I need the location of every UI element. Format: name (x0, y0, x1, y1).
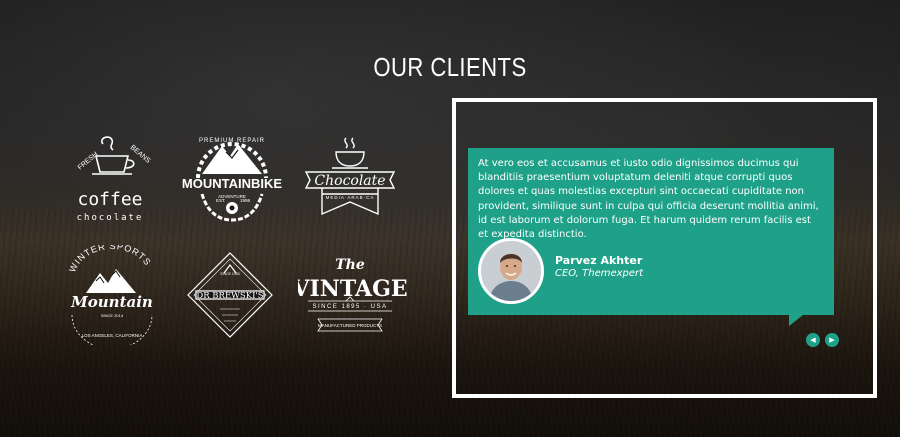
client-logo-mountainbike[interactable]: PREMIUM REPAIR MOUNTAINBIKE EST. 1998 AD… (180, 130, 290, 230)
mountain-logo-name: Mountain (70, 293, 153, 311)
mountain-since-text: SINCE 2014 (101, 313, 124, 318)
author-role: CEO, Themexpert (555, 268, 644, 279)
client-logo-coffee[interactable]: FRESH BEANS coffee chocolate (58, 130, 168, 230)
chevron-left-icon: ◀ (810, 336, 816, 344)
mountainbike-top-text: PREMIUM REPAIR (199, 138, 265, 144)
client-logo-brewski[interactable]: SINCE 1980 DR BREWSKI'S (178, 245, 288, 345)
coffee-logo-name: coffee (77, 189, 142, 210)
mountainbike-logo-name: MOUNTAINBIKE (182, 176, 282, 191)
mountainbike-bottom-text: ADVENTURE (218, 194, 246, 199)
vintage-since-text: SINCE 1895 · USA (312, 304, 387, 310)
brewski-logo-name: DR BREWSKI'S (196, 291, 263, 301)
testimonial-bubble-tail (789, 315, 803, 326)
brewski-top-text: SINCE 1980 (220, 272, 240, 276)
vintage-the-text: The (335, 257, 365, 273)
mountain-arc-text: WINTER SPORTS (67, 245, 152, 274)
client-logo-vintage[interactable]: The VINTAGE SINCE 1895 · USA MANUFACTURE… (298, 245, 408, 345)
section-title: OUR CLIENTS (373, 52, 527, 82)
client-logo-chocolate[interactable]: Chocolate MEDIA·ARAB·CA (298, 130, 408, 230)
client-logo-mountain[interactable]: WINTER SPORTS Mountain SINCE 2014 LOS AN… (58, 245, 168, 345)
slider-next-button[interactable]: ▶ (825, 333, 839, 347)
chocolate-logo-name: Chocolate (314, 173, 385, 189)
vintage-bottom-text: MANUFACTURED PRODUCTS (318, 323, 382, 328)
coffee-arc-left: FRESH (77, 151, 100, 172)
svg-text:WINTER SPORTS: WINTER SPORTS (67, 245, 153, 274)
chocolate-logo-sub: MEDIA·ARAB·CA (326, 195, 375, 200)
coffee-logo-sub: chocolate (77, 213, 144, 223)
chevron-right-icon: ▶ (829, 336, 835, 344)
vintage-logo-name: VINTAGE (298, 276, 408, 302)
slider-prev-button[interactable]: ◀ (806, 333, 820, 347)
testimonial-quote: At vero eos et accusamus et iusto odio d… (478, 158, 819, 241)
author-name: Parvez Akhter (555, 254, 643, 267)
author-avatar (478, 238, 544, 304)
mountain-bottom-text: LOS ANGELES, CALIFORNIA (82, 333, 143, 338)
